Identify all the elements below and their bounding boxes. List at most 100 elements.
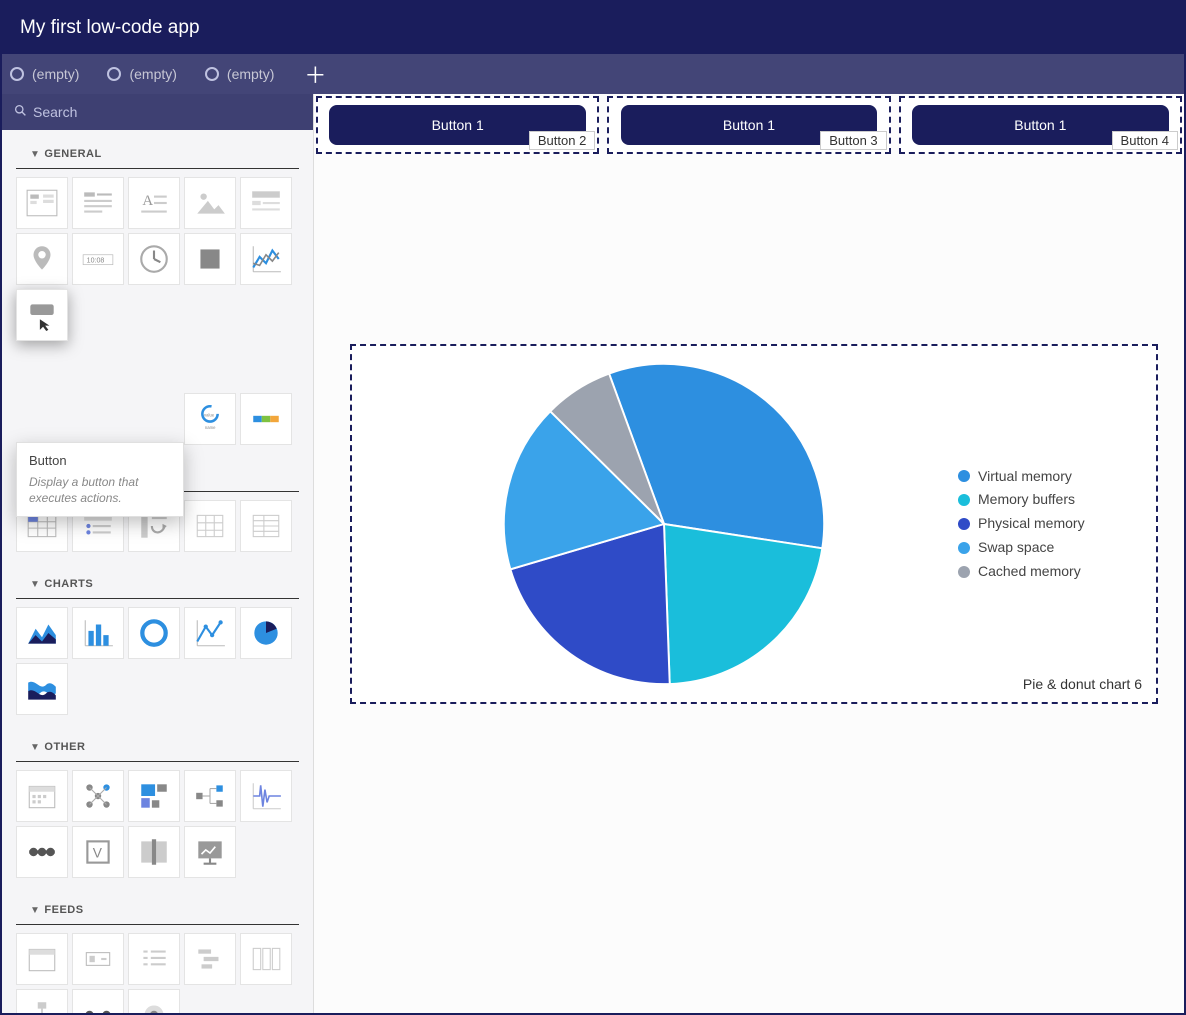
tab-2[interactable]: (empty)	[107, 66, 176, 82]
tile-colorbar[interactable]	[240, 393, 292, 445]
radio-icon	[107, 67, 121, 81]
tile-flow[interactable]	[184, 770, 236, 822]
tile-layout[interactable]	[16, 177, 68, 229]
tab-1[interactable]: (empty)	[10, 66, 79, 82]
section-feeds[interactable]: ▼ FEEDS	[16, 886, 299, 925]
pie-chart	[370, 359, 958, 689]
legend-item: Physical memory	[958, 512, 1138, 536]
tile-network[interactable]	[72, 770, 124, 822]
drop-zone-button-4[interactable]: Button 1 Button 4	[899, 96, 1182, 154]
legend-swatch	[958, 470, 970, 482]
tile-split[interactable]	[128, 826, 180, 878]
tile-heading[interactable]: A	[128, 177, 180, 229]
tooltip-title: Button	[29, 453, 171, 468]
legend-swatch	[958, 542, 970, 554]
tile-clock-analog[interactable]	[128, 233, 180, 285]
tile-area-chart[interactable]	[16, 607, 68, 659]
svg-text:10:08: 10:08	[87, 257, 105, 265]
tile-square[interactable]	[184, 233, 236, 285]
legend-item: Memory buffers	[958, 488, 1138, 512]
tooltip-description: Display a button that executes actions.	[29, 474, 171, 506]
tile-clock-digital[interactable]: 10:08	[72, 233, 124, 285]
tile-grid[interactable]	[184, 500, 236, 552]
chevron-down-icon: ▼	[30, 742, 40, 753]
tile-donut-chart[interactable]	[128, 607, 180, 659]
legend-label: Physical memory	[978, 512, 1085, 536]
tile-gauge[interactable]: value name	[184, 393, 236, 445]
tile-feed-link[interactable]	[72, 989, 124, 1013]
tile-datagrid[interactable]	[240, 500, 292, 552]
legend-swatch	[958, 518, 970, 530]
tab-strip: (empty) (empty) (empty) ＋	[2, 54, 1184, 94]
tab-label: (empty)	[32, 66, 79, 82]
tile-line-chart[interactable]	[184, 607, 236, 659]
tile-feed-target[interactable]	[128, 989, 180, 1013]
tile-signal[interactable]	[240, 770, 292, 822]
add-tab-button[interactable]: ＋	[304, 58, 326, 90]
chart-drop-zone[interactable]: Virtual memoryMemory buffersPhysical mem…	[350, 344, 1158, 704]
tab-label: (empty)	[129, 66, 176, 82]
legend-label: Cached memory	[978, 560, 1081, 584]
tile-feed-card[interactable]	[72, 933, 124, 985]
tile-map-pin[interactable]	[16, 233, 68, 285]
drop-zone-button-3[interactable]: Button 1 Button 3	[607, 96, 890, 154]
legend-item: Virtual memory	[958, 465, 1138, 489]
tab-3[interactable]: (empty)	[205, 66, 274, 82]
tile-feed-list[interactable]	[128, 933, 180, 985]
chart-legend: Virtual memoryMemory buffersPhysical mem…	[958, 465, 1138, 584]
legend-label: Swap space	[978, 536, 1054, 560]
search-icon	[14, 104, 27, 120]
tile-bar-chart[interactable]	[72, 607, 124, 659]
tile-feed-tree[interactable]	[16, 989, 68, 1013]
legend-swatch	[958, 494, 970, 506]
legend-item: Cached memory	[958, 560, 1138, 584]
section-label: CHARTS	[44, 578, 93, 590]
tile-block[interactable]	[240, 177, 292, 229]
svg-text:A: A	[142, 193, 153, 209]
svg-text:value: value	[204, 412, 215, 417]
tile-timeline[interactable]	[16, 826, 68, 878]
tab-label: (empty)	[227, 66, 274, 82]
tile-presentation[interactable]	[184, 826, 236, 878]
tile-treemap[interactable]	[128, 770, 180, 822]
section-label: GENERAL	[44, 148, 101, 160]
tile-linechart[interactable]	[240, 233, 292, 285]
chevron-down-icon: ▼	[30, 149, 40, 160]
svg-text:name: name	[205, 425, 216, 430]
title-bar: My first low-code app	[2, 2, 1184, 54]
legend-label: Memory buffers	[978, 488, 1075, 512]
tile-image[interactable]	[184, 177, 236, 229]
search-bar[interactable]	[2, 94, 313, 130]
tile-pie-chart[interactable]	[240, 607, 292, 659]
section-label: FEEDS	[44, 904, 83, 916]
tile-text[interactable]	[72, 177, 124, 229]
radio-icon	[10, 67, 24, 81]
svg-text:V: V	[93, 844, 103, 860]
tile-stream-chart[interactable]	[16, 663, 68, 715]
drop-label: Button 3	[820, 131, 886, 150]
radio-icon	[205, 67, 219, 81]
chevron-down-icon: ▼	[30, 579, 40, 590]
legend-swatch	[958, 566, 970, 578]
pie-slice	[664, 524, 822, 684]
tile-feed-gantt[interactable]	[184, 933, 236, 985]
drop-label: Button 4	[1112, 131, 1178, 150]
legend-label: Virtual memory	[978, 465, 1072, 489]
tile-button[interactable]	[16, 289, 68, 341]
section-other[interactable]: ▼ OTHER	[16, 723, 299, 762]
design-canvas[interactable]: Button 1 Button 2 Button 1 Button 3 Butt…	[314, 94, 1184, 1013]
chart-caption: Pie & donut chart 6	[1023, 676, 1142, 692]
section-general[interactable]: ▼ GENERAL	[16, 130, 299, 169]
drop-label: Button 2	[529, 131, 595, 150]
drop-zone-button-2[interactable]: Button 1 Button 2	[316, 96, 599, 154]
legend-item: Swap space	[958, 536, 1138, 560]
app-title: My first low-code app	[20, 17, 200, 39]
tile-feed-columns[interactable]	[240, 933, 292, 985]
component-palette: ▼ GENERAL A 10:08 Button Display a butto…	[2, 94, 314, 1013]
section-charts[interactable]: ▼ CHARTS	[16, 560, 299, 599]
tile-calendar[interactable]	[16, 770, 68, 822]
search-input[interactable]	[33, 104, 301, 120]
tile-feed-calendar[interactable]	[16, 933, 68, 985]
chevron-down-icon: ▼	[30, 905, 40, 916]
tile-visio[interactable]: V	[72, 826, 124, 878]
